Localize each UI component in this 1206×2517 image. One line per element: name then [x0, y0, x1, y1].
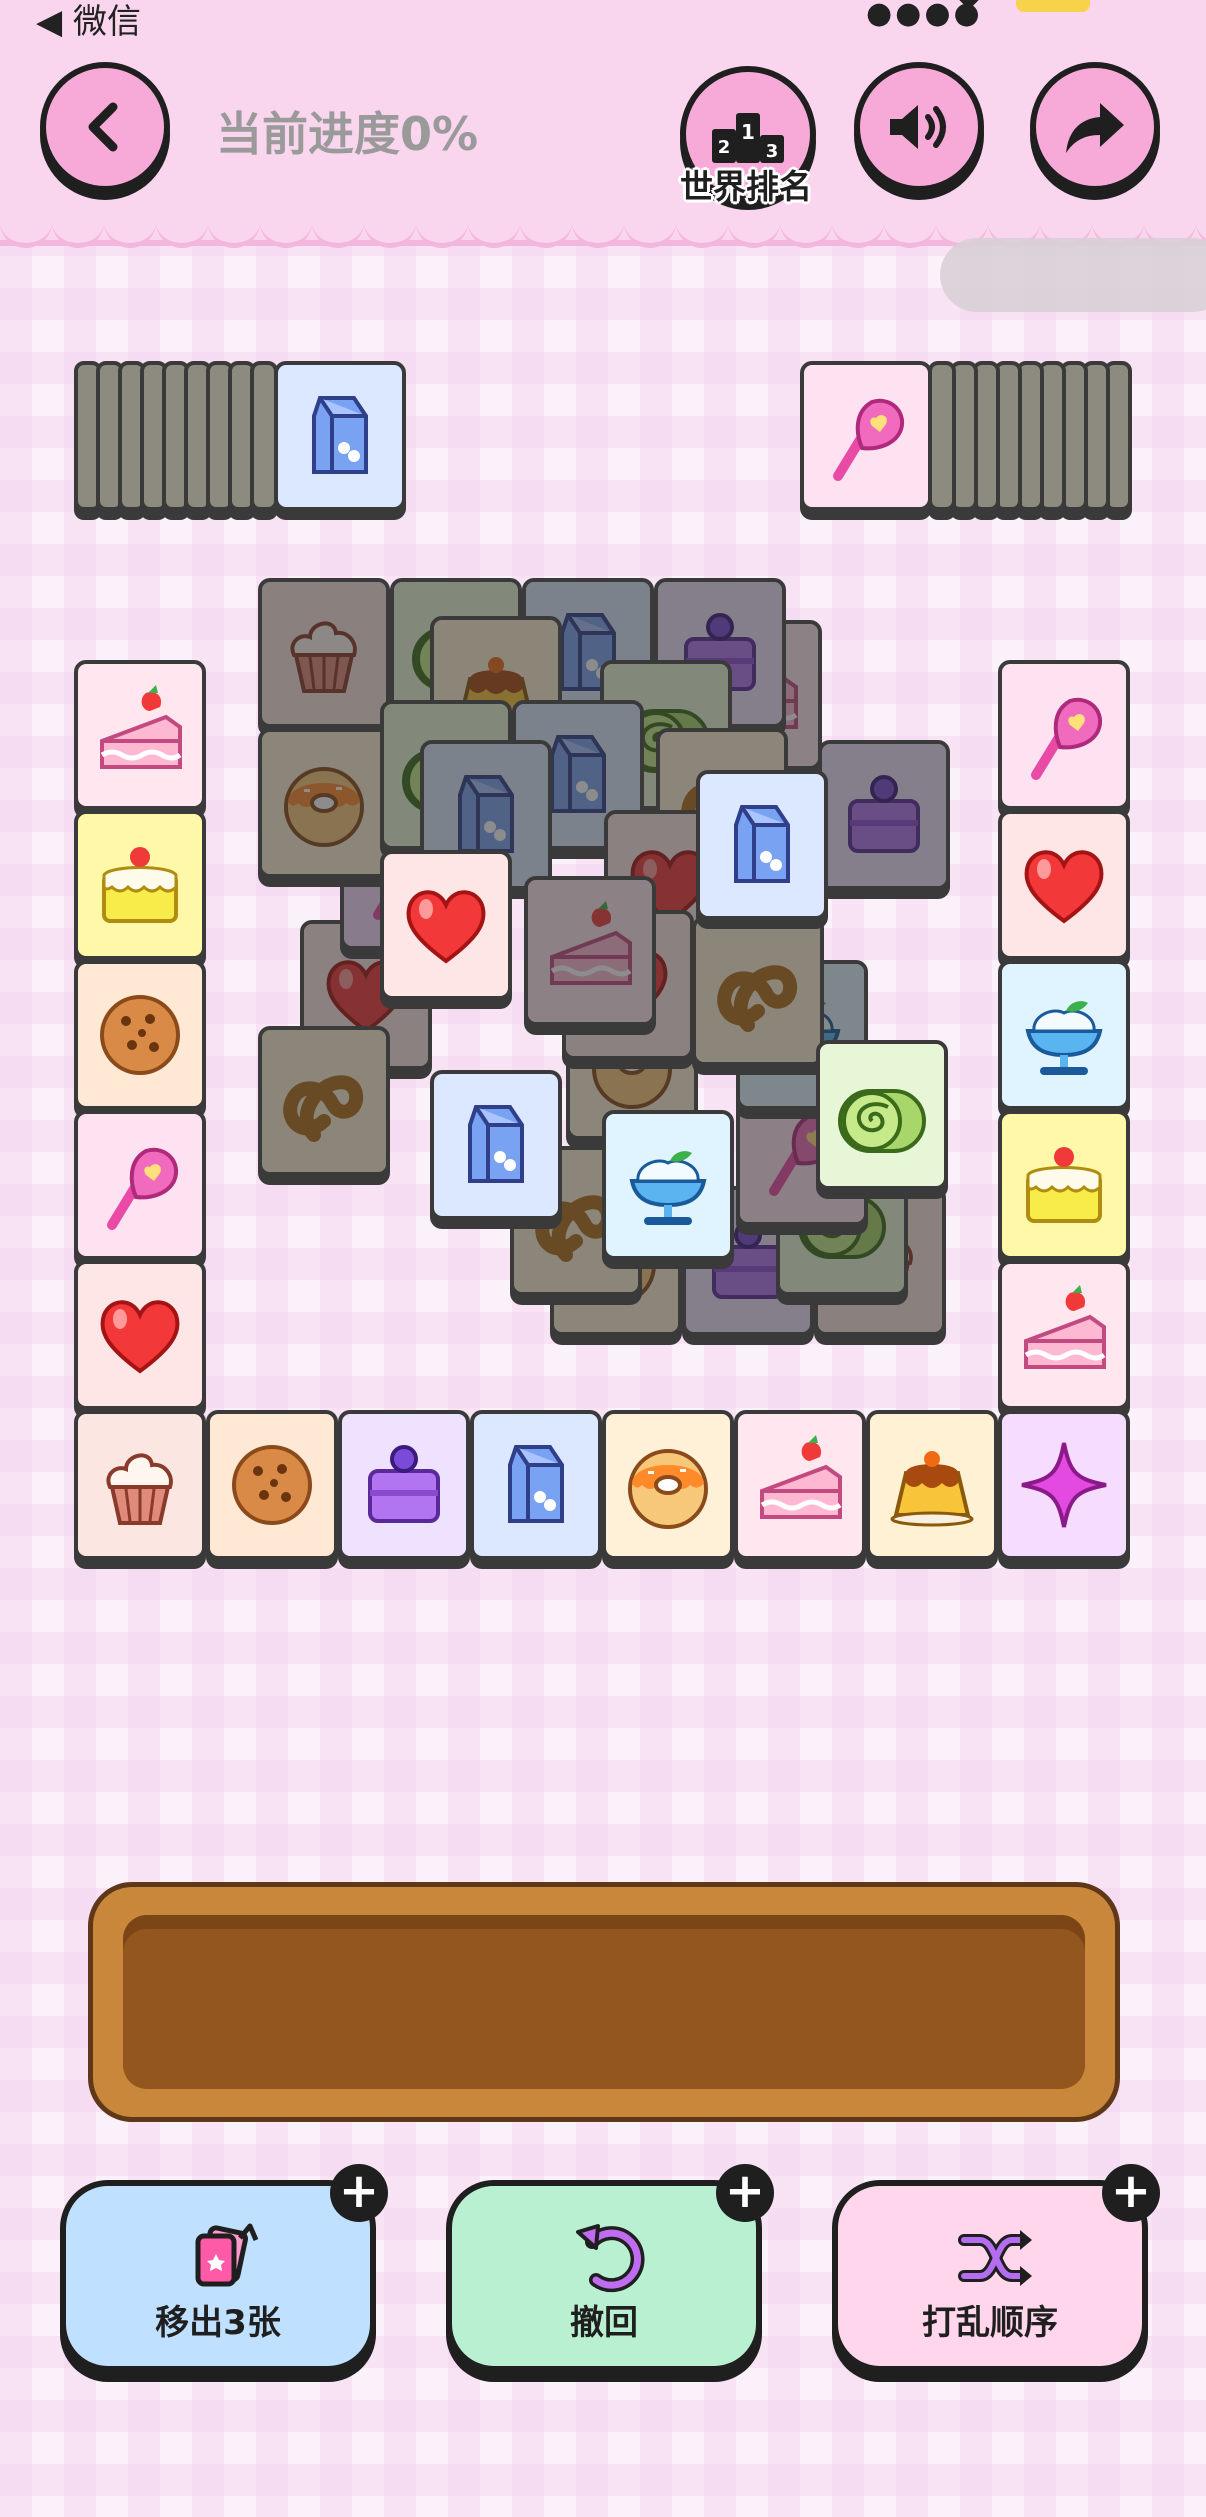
undo-plus-badge[interactable]: + [716, 2164, 774, 2222]
share-arrow-icon [1066, 103, 1124, 153]
tile-cake[interactable] [998, 1260, 1130, 1410]
tile-blocked-cake [524, 876, 656, 1026]
tile-blocked-purple-cake [818, 740, 950, 890]
lollipop-icon [816, 386, 916, 486]
tile-cupcake[interactable] [74, 1410, 206, 1560]
cake-icon [540, 901, 640, 1001]
remove-three-label: 移出3张 [155, 2303, 281, 2343]
top-bar [0, 0, 1206, 246]
lollipop-icon [90, 1135, 190, 1235]
milk-icon [446, 1095, 546, 1195]
undo-button[interactable]: 撤回 + [446, 2164, 774, 2372]
progress-text: 当前进度0% [216, 107, 479, 161]
donut-icon [618, 1435, 718, 1535]
tile-heart[interactable] [998, 810, 1130, 960]
rank-digit-3: 3 [766, 141, 779, 162]
tile-cookie[interactable] [74, 960, 206, 1110]
shuffle-icon [958, 2230, 1032, 2286]
tile-blocked-pretzel [258, 1026, 390, 1176]
tile-donut[interactable] [602, 1410, 734, 1560]
tile-lollipop[interactable] [998, 660, 1130, 810]
shuffle-button[interactable]: 打乱顺序 + [832, 2164, 1160, 2372]
pretzel-icon [274, 1051, 374, 1151]
tile-yellow-cake[interactable] [998, 1110, 1130, 1260]
shuffle-label: 打乱顺序 [922, 2303, 1058, 2343]
shuffle-plus-badge[interactable]: + [1102, 2164, 1160, 2222]
status-back-app[interactable]: ◀ 微信 [36, 0, 141, 43]
podium-icon: 2 1 3 [712, 113, 784, 163]
cake-icon [90, 685, 190, 785]
blurred-notification [940, 238, 1206, 312]
tile-yellow-cake[interactable] [74, 810, 206, 960]
roll-icon [832, 1065, 932, 1165]
cake-icon [750, 1435, 850, 1535]
tile-sparkle[interactable] [998, 1410, 1130, 1560]
tile-blocked-pretzel [692, 916, 824, 1066]
tile-pudding[interactable] [866, 1410, 998, 1560]
chevron-left-icon [88, 102, 118, 152]
remove-three-plus-badge[interactable]: + [330, 2164, 388, 2222]
tile-heart[interactable] [74, 1260, 206, 1410]
heart-icon [90, 1285, 190, 1385]
remove-three-button[interactable]: 移出3张 + [60, 2164, 388, 2372]
undo-label: 撤回 [570, 2303, 638, 2343]
cake-icon [1014, 1285, 1114, 1385]
milk-icon [712, 795, 812, 895]
heart-icon [1014, 835, 1114, 935]
tile-free-milk[interactable] [430, 1070, 562, 1220]
yellow-cake-icon [1014, 1135, 1114, 1235]
tile-blocked-donut [258, 728, 390, 878]
lollipop-icon [1014, 685, 1114, 785]
tile-purple-cake[interactable] [338, 1410, 470, 1560]
cupcake-icon [90, 1435, 190, 1535]
right-stack-top-lollipop-tile[interactable] [800, 361, 932, 511]
tile-slot-tray [88, 1882, 1120, 2122]
sparkle-icon [1014, 1435, 1114, 1535]
tile-free-milk[interactable] [696, 770, 828, 920]
remove-cards-icon [195, 2223, 259, 2287]
sound-button[interactable] [854, 62, 984, 192]
tile-milk[interactable] [470, 1410, 602, 1560]
tile-cake[interactable] [734, 1410, 866, 1560]
tile-cookie[interactable] [206, 1410, 338, 1560]
milk-icon [486, 1435, 586, 1535]
tile-lollipop[interactable] [74, 1110, 206, 1260]
left-stack-top-milk-tile[interactable] [274, 361, 406, 511]
tile-icecream[interactable] [998, 960, 1130, 1110]
undo-icon [576, 2224, 645, 2293]
rank-digit-2: 2 [718, 137, 731, 158]
tile-cake[interactable] [74, 660, 206, 810]
world-rank-label: 世界排名 [680, 167, 812, 206]
purple-cake-icon [834, 765, 934, 865]
pretzel-icon [708, 941, 808, 1041]
pudding-icon [882, 1435, 982, 1535]
share-button[interactable] [1030, 62, 1160, 192]
rank-digit-1: 1 [741, 120, 755, 144]
tile-blocked-cupcake [258, 578, 390, 728]
tray-slots-area [123, 1915, 1085, 2089]
cookie-icon [222, 1435, 322, 1535]
heart-icon [396, 875, 496, 975]
speaker-icon [890, 105, 946, 149]
milk-icon [290, 386, 390, 486]
icecream-icon [618, 1135, 718, 1235]
tile-free-icecream[interactable] [602, 1110, 734, 1260]
tile-free-heart[interactable] [380, 850, 512, 1000]
battery-icon [1016, 0, 1090, 12]
purple-cake-icon [354, 1435, 454, 1535]
cupcake-icon [274, 603, 374, 703]
tile-free-roll[interactable] [816, 1040, 948, 1190]
yellow-cake-icon [90, 835, 190, 935]
back-button[interactable] [40, 62, 170, 192]
icecream-icon [1014, 985, 1114, 1085]
donut-icon [274, 753, 374, 853]
cookie-icon [90, 985, 190, 1085]
